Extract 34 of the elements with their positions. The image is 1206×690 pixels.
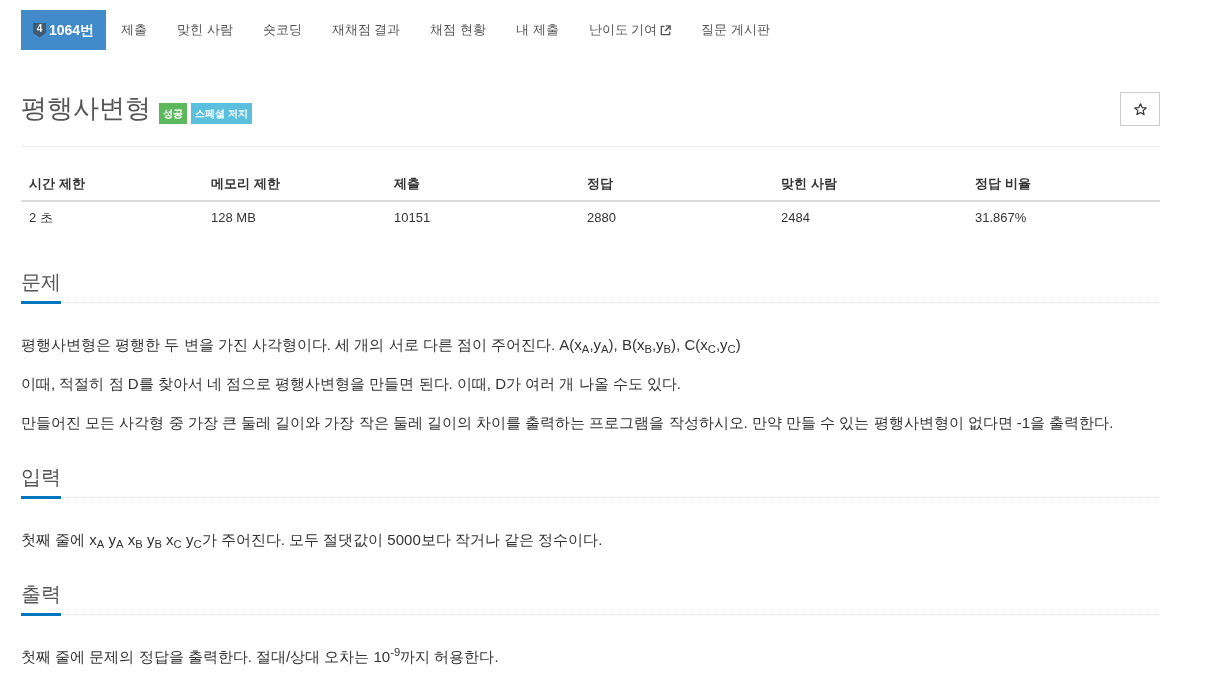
paragraph: 만들어진 모든 사각형 중 가장 큰 둘레 길이와 가장 작은 둘레 길이의 차이를 출력하는 프로그램을 작성하시오. 만약 만들 수 있는 평행사변형이 없다면 -1을 출력한다. — [21, 413, 1115, 433]
paragraph: 평행사변형은 평행한 두 변을 가진 사각형이다. 세 개의 서로 다른 점이 주어진다. A(x$_{A}$,y$_{A}$), B(x$_{B}$,y$_{B}$), C(x$_{C}$,y$_{C}$) — [21, 335, 742, 357]
column-header: 시간 제한 — [21, 167, 203, 201]
nav-tab[interactable]: 재채점 결과 — [316, 10, 416, 50]
problem-label: 스페셜 저지 — [191, 103, 252, 124]
section-heading: 출력 — [21, 579, 61, 616]
section-heading: 문제 — [21, 267, 61, 304]
nav-tab[interactable]: 숏코딩 — [247, 10, 317, 50]
tier-badge: 4 — [33, 22, 46, 38]
favorite-button[interactable] — [1120, 92, 1160, 126]
nav-tab[interactable]: 난이도 기여 — [573, 10, 687, 50]
column-header: 맞힌 사람 — [773, 167, 967, 201]
paragraph: 첫째 줄에 x$_{A}$ y$_{A}$ x$_{B}$ y$_{B}$ x$_{C}$ y$_{C}$가 주어진다. 모두 절댓값이 5000보다 작거나 같은 정수이다. — [21, 530, 604, 552]
table-cell: 128 MB — [203, 201, 386, 233]
table-cell: 2 초 — [21, 201, 203, 233]
column-header: 정답 — [579, 167, 773, 201]
table-cell: 2880 — [579, 201, 773, 233]
table-cell: 10151 — [386, 201, 579, 233]
nav-tab[interactable]: 내 제출 — [501, 10, 574, 50]
nav-tab[interactable]: 제출 — [106, 10, 163, 50]
section-heading: 입력 — [21, 462, 61, 499]
column-header: 정답 비율 — [967, 167, 1160, 201]
paragraph: 첫째 줄에 문제의 정답을 출력한다. 절대/상대 오차는 10$^{-9}$까지 허용한다. — [21, 645, 500, 667]
table-cell: 2484 — [773, 201, 967, 233]
problem-title: 평행사변형 — [21, 92, 151, 125]
nav-tab[interactable]: 질문 게시판 — [686, 10, 785, 50]
column-header: 제출 — [386, 167, 579, 201]
problem-label: 성공 — [159, 103, 187, 124]
nav-tab[interactable]: 채점 현황 — [415, 10, 502, 50]
nav-tab[interactable]: 4 1064번 — [21, 10, 107, 50]
paragraph: 이때, 적절히 점 D를 찾아서 네 점으로 평행사변형을 만들면 된다. 이때, D가 여러 개 나올 수도 있다. — [21, 374, 682, 394]
column-header: 메모리 제한 — [203, 167, 386, 201]
nav-tab[interactable]: 맞힌 사람 — [162, 10, 248, 50]
table-cell: 31.867% — [967, 201, 1160, 233]
